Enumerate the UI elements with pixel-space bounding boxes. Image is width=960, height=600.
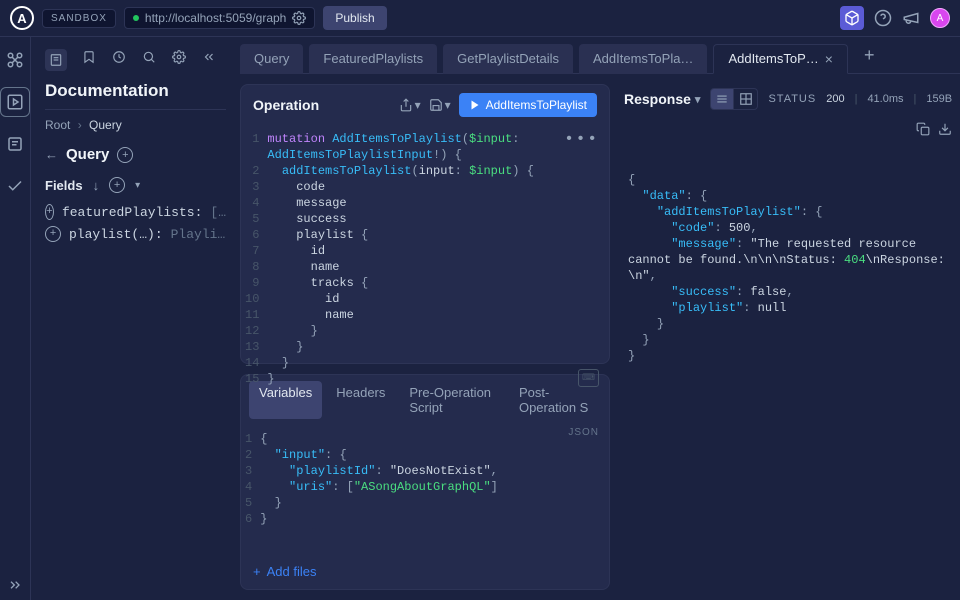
tab[interactable]: FeaturedPlaylists (309, 44, 437, 74)
chevron-down-icon[interactable]: ▾ (135, 180, 140, 191)
graph-icon[interactable] (0, 45, 30, 75)
url-bar[interactable]: http://localhost:5059/graph (124, 7, 315, 29)
cube-icon[interactable] (840, 6, 864, 30)
documentation-panel: Documentation Root › Query ← Query + Fie… (31, 37, 240, 600)
response-body[interactable]: { "data": { "addItemsToPlaylist": { "cod… (620, 120, 960, 590)
add-field-icon[interactable]: + (109, 177, 125, 193)
close-icon[interactable]: × (825, 51, 833, 67)
tab[interactable]: AddItemsToPla… (579, 44, 707, 74)
tabstrip: QueryFeaturedPlaylistsGetPlaylistDetails… (240, 37, 960, 74)
more-icon[interactable]: ••• (564, 131, 599, 147)
status-code: 200 (826, 93, 844, 105)
add-files-button[interactable]: + Add files (241, 554, 609, 589)
connection-status-dot (133, 15, 139, 21)
list-view-button[interactable] (710, 88, 734, 110)
avatar[interactable]: A (930, 8, 950, 28)
help-icon[interactable] (874, 9, 892, 27)
megaphone-icon[interactable] (902, 9, 920, 27)
share-icon[interactable]: ▾ (399, 98, 421, 112)
status-label: STATUS (768, 93, 816, 105)
collapse-icon[interactable] (201, 49, 217, 65)
breadcrumb-root[interactable]: Root (45, 118, 70, 132)
tab[interactable]: GetPlaylistDetails (443, 44, 573, 74)
breadcrumb-current: Query (89, 118, 122, 132)
search-icon[interactable] (141, 49, 157, 65)
publish-button[interactable]: Publish (323, 6, 386, 30)
bookmark-icon[interactable] (81, 49, 97, 65)
response-title: Response ▾ (624, 91, 700, 107)
add-field-inline-icon[interactable]: + (45, 226, 61, 242)
left-rail (0, 37, 31, 600)
checks-icon[interactable] (0, 171, 30, 201)
keyboard-icon: ⌨ (578, 369, 599, 387)
url-text: http://localhost:5059/graph (145, 11, 286, 25)
copy-icon[interactable] (916, 122, 930, 136)
add-field-inline-icon[interactable]: + (45, 204, 54, 220)
tab[interactable]: AddItemsToP…× (713, 44, 848, 74)
run-button-label: AddItemsToPlaylist (486, 98, 587, 112)
schema-icon[interactable] (0, 129, 30, 159)
back-arrow-icon[interactable]: ← (45, 147, 58, 162)
explorer-icon[interactable] (0, 87, 30, 117)
apollo-logo[interactable]: A (10, 6, 34, 30)
settings-icon[interactable] (171, 49, 187, 65)
fields-label: Fields (45, 178, 83, 193)
doc-title: Documentation (45, 81, 226, 101)
download-icon[interactable] (938, 122, 952, 136)
sandbox-badge: SANDBOX (42, 9, 116, 28)
run-button[interactable]: AddItemsToPlaylist (459, 93, 597, 117)
gear-icon[interactable] (292, 11, 306, 25)
doc-view-icon[interactable] (45, 49, 67, 71)
response-time: 41.0ms (867, 93, 903, 105)
sort-icon[interactable]: ↓ (93, 178, 100, 193)
add-tab-button[interactable]: + (854, 45, 885, 66)
expand-icon[interactable] (0, 570, 30, 600)
save-icon[interactable]: ▾ (429, 98, 451, 112)
history-icon[interactable] (111, 49, 127, 65)
add-query-icon[interactable]: + (117, 147, 133, 163)
operation-editor[interactable]: ••• 123456789101112131415 mutation AddIt… (241, 125, 609, 393)
chevron-down-icon[interactable]: ▾ (695, 93, 701, 106)
variables-editor[interactable]: 123456 { "input": { "playlistId": "DoesN… (241, 425, 609, 533)
breadcrumb: Root › Query (45, 118, 226, 132)
query-label: Query (66, 146, 109, 163)
table-view-button[interactable] (734, 88, 758, 110)
field-item[interactable]: +playlist(…): Playli… (45, 223, 226, 245)
tab[interactable]: Query (240, 44, 303, 74)
operation-title: Operation (253, 97, 391, 113)
response-size: 159B (926, 93, 952, 105)
field-item[interactable]: +featuredPlaylists: [… (45, 201, 226, 223)
add-files-label: Add files (267, 564, 317, 579)
